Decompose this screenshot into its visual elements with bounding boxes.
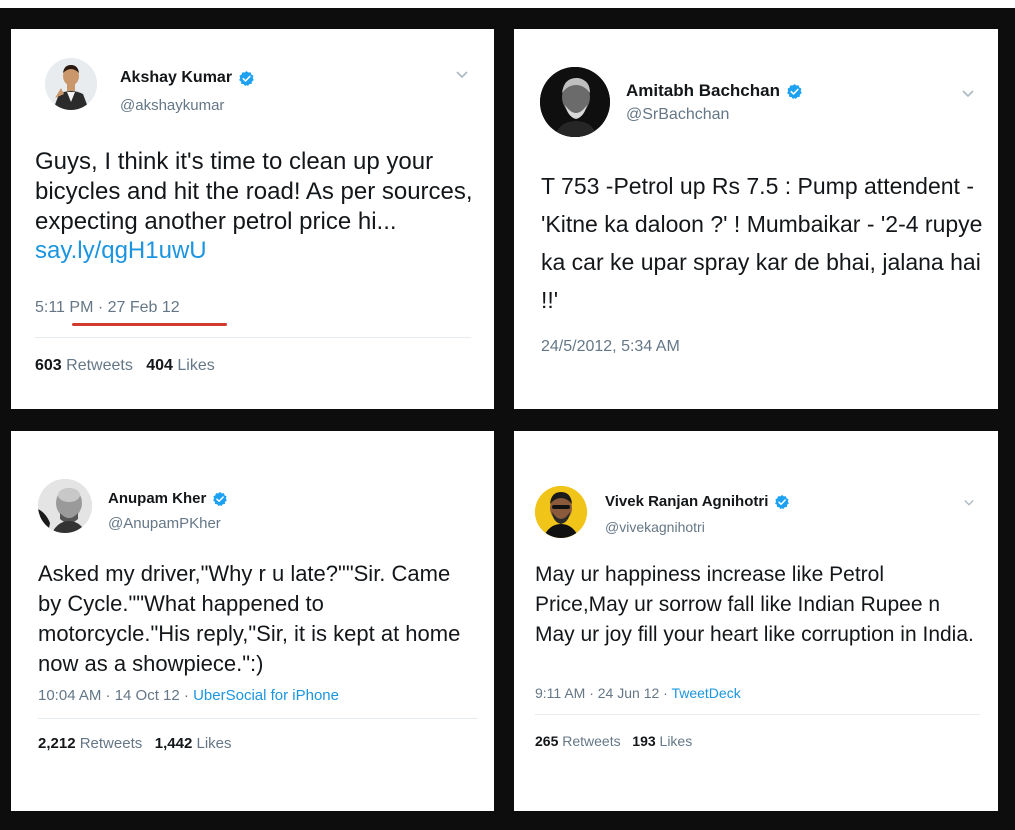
tweet-text: Guys, I think it's time to clean up your… [35,147,475,266]
tweet-timestamp[interactable]: 5:11 PM · 27 Feb 12 [35,299,180,317]
top-strip [0,0,1015,8]
verified-badge-icon [774,494,790,510]
verified-badge-icon [212,491,228,507]
tweet-text-content: Guys, I think it's time to clean up your… [35,148,473,235]
author-handle[interactable]: @SrBachchan [626,106,729,124]
retweets-label: Retweets [66,357,133,374]
likes-count: 404 [146,357,173,374]
tweet-card-amitabh: Amitabh Bachchan @SrBachchan T 753 -Petr… [514,29,998,409]
author-handle[interactable]: @AnupamPKher [108,515,221,532]
likes-stat[interactable]: 404 Likes [146,357,215,374]
author-name-text[interactable]: Akshay Kumar [120,69,232,87]
author-name[interactable]: Amitabh Bachchan [626,81,803,101]
timestamp-text: 9:11 AM · 24 Jun 12 · [535,685,672,701]
chevron-down-icon[interactable] [960,88,976,100]
avatar[interactable] [535,486,587,538]
likes-label: Likes [659,733,693,749]
author-name-text[interactable]: Amitabh Bachchan [626,81,780,101]
author-name[interactable]: Anupam Kher [108,490,228,507]
likes-label: Likes [177,357,215,374]
tweet-card-anupam: Anupam Kher @AnupamPKher Asked my driver… [11,431,494,811]
tweet-text: Asked my driver,"Why r u late?""Sir. Cam… [38,561,461,676]
tweet-timestamp[interactable]: 24/5/2012, 5:34 AM [541,338,680,356]
likes-stat[interactable]: 1,442 Likes [155,735,232,752]
avatar[interactable] [45,58,97,110]
tweet-stats: 2,212 Retweets 1,442 Likes [38,735,232,752]
avatar[interactable] [540,67,610,137]
tweet-timestamp[interactable]: 10:04 AM · 14 Oct 12 · UberSocial for iP… [38,687,339,704]
retweets-stat[interactable]: 265 Retweets [535,733,621,749]
divider [35,337,471,338]
divider [38,718,478,719]
tweet-card-vivek: Vivek Ranjan Agnihotri @vivekagnihotri M… [514,431,998,811]
retweets-stat[interactable]: 603 Retweets [35,357,133,374]
red-underline-mark [72,323,227,326]
tweet-stats: 603 Retweets 404 Likes [35,357,215,375]
author-name-text[interactable]: Anupam Kher [108,490,206,507]
tweet-timestamp[interactable]: 9:11 AM · 24 Jun 12 · TweetDeck [535,685,741,701]
retweets-label: Retweets [79,735,143,752]
author-name-text[interactable]: Vivek Ranjan Agnihotri [605,493,768,510]
likes-label: Likes [196,735,232,752]
likes-count: 193 [632,733,656,749]
verified-badge-icon [238,70,255,87]
likes-count: 1,442 [154,735,193,752]
timestamp-text: 10:04 AM · 14 Oct 12 · [38,687,194,704]
verified-badge-icon [786,83,803,100]
retweets-count: 603 [35,357,62,374]
divider [535,714,980,715]
author-name[interactable]: Vivek Ranjan Agnihotri [605,493,790,510]
retweets-count: 265 [535,733,559,749]
tweet-text: T 753 -Petrol up Rs 7.5 : Pump attendent… [541,173,983,313]
retweets-stat[interactable]: 2,212 Retweets [38,735,142,752]
retweets-count: 2,212 [38,735,76,752]
chevron-down-icon[interactable] [962,498,976,508]
tweet-stats: 265 Retweets 193 Likes [535,733,692,749]
tweet-card-akshay: Akshay Kumar @akshaykumar Guys, I think … [11,29,494,409]
author-handle[interactable]: @akshaykumar [120,97,224,114]
likes-stat[interactable]: 193 Likes [632,733,692,749]
author-handle[interactable]: @vivekagnihotri [605,519,705,535]
tweet-link[interactable]: say.ly/qgH1uwU [35,237,207,264]
author-name[interactable]: Akshay Kumar [120,69,255,87]
tweet-text: May ur happiness increase like Petrol Pr… [535,563,974,646]
chevron-down-icon[interactable] [454,69,470,81]
tweet-source-link[interactable]: TweetDeck [671,685,740,701]
retweets-label: Retweets [562,733,621,749]
avatar[interactable] [38,479,92,533]
tweet-source-link[interactable]: UberSocial for iPhone [193,687,339,704]
